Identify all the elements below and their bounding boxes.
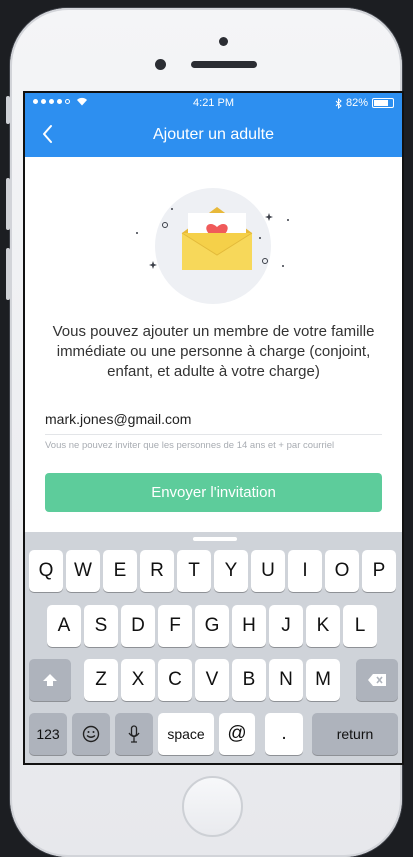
numbers-key[interactable]: 123: [29, 713, 67, 755]
at-key[interactable]: @: [219, 713, 255, 755]
shift-icon: [43, 673, 57, 686]
key-w[interactable]: W: [66, 550, 100, 592]
key-c[interactable]: C: [158, 659, 192, 701]
shift-key[interactable]: [29, 659, 71, 701]
earpiece-speaker: [191, 61, 257, 68]
key-d[interactable]: D: [121, 605, 155, 647]
page-title: Ajouter un adulte: [153, 126, 274, 143]
mute-switch: [6, 96, 10, 124]
status-right: 82%: [335, 97, 394, 109]
key-m[interactable]: M: [306, 659, 340, 701]
key-q[interactable]: Q: [29, 550, 63, 592]
envelope-heart-icon: [136, 207, 289, 270]
key-t[interactable]: T: [177, 550, 211, 592]
nav-bar: Ajouter un adulte: [25, 113, 402, 157]
battery-icon: [372, 98, 394, 108]
battery-percent: 82%: [345, 97, 368, 109]
phone-screen: 4:21 PM 82% Ajouter un adulte Vous pouve…: [23, 91, 404, 765]
key-e[interactable]: E: [103, 550, 137, 592]
key-y[interactable]: Y: [214, 550, 248, 592]
send-invitation-button[interactable]: Envoyer l'invitation: [45, 473, 382, 512]
microphone-icon: [128, 725, 140, 743]
proximity-sensor: [155, 59, 166, 70]
delete-key[interactable]: [356, 659, 398, 701]
key-p[interactable]: P: [362, 550, 396, 592]
key-o[interactable]: O: [325, 550, 359, 592]
emoji-key[interactable]: [72, 713, 110, 755]
keyboard: Q W E R T Y U I O P A S D F G H J K L Z …: [25, 532, 402, 763]
period-key[interactable]: .: [265, 713, 303, 755]
bluetooth-icon: [335, 97, 342, 109]
email-underline: [45, 434, 382, 435]
key-n[interactable]: N: [269, 659, 303, 701]
key-b[interactable]: B: [232, 659, 266, 701]
key-l[interactable]: L: [343, 605, 377, 647]
key-s[interactable]: S: [84, 605, 118, 647]
key-u[interactable]: U: [251, 550, 285, 592]
backspace-icon: [368, 673, 386, 686]
key-r[interactable]: R: [140, 550, 174, 592]
key-x[interactable]: X: [121, 659, 155, 701]
info-message: Vous pouvez ajouter un membre de votre f…: [52, 323, 375, 380]
key-v[interactable]: V: [195, 659, 229, 701]
key-h[interactable]: H: [232, 605, 266, 647]
key-g[interactable]: G: [195, 605, 229, 647]
emoji-icon: [82, 725, 100, 743]
key-i[interactable]: I: [288, 550, 322, 592]
key-j[interactable]: J: [269, 605, 303, 647]
volume-up-button: [6, 178, 10, 230]
space-key[interactable]: space: [158, 713, 214, 755]
return-key[interactable]: return: [312, 713, 398, 755]
keyboard-handle: [193, 537, 237, 541]
home-button[interactable]: [182, 776, 243, 837]
front-camera: [219, 37, 228, 46]
status-bar: 4:21 PM 82%: [25, 93, 402, 113]
volume-down-button: [6, 248, 10, 300]
key-k[interactable]: K: [306, 605, 340, 647]
email-field[interactable]: [45, 408, 382, 430]
key-z[interactable]: Z: [84, 659, 118, 701]
key-f[interactable]: F: [158, 605, 192, 647]
key-a[interactable]: A: [47, 605, 81, 647]
dictation-key[interactable]: [115, 713, 153, 755]
email-hint: Vous ne pouvez inviter que les personnes…: [45, 440, 335, 451]
